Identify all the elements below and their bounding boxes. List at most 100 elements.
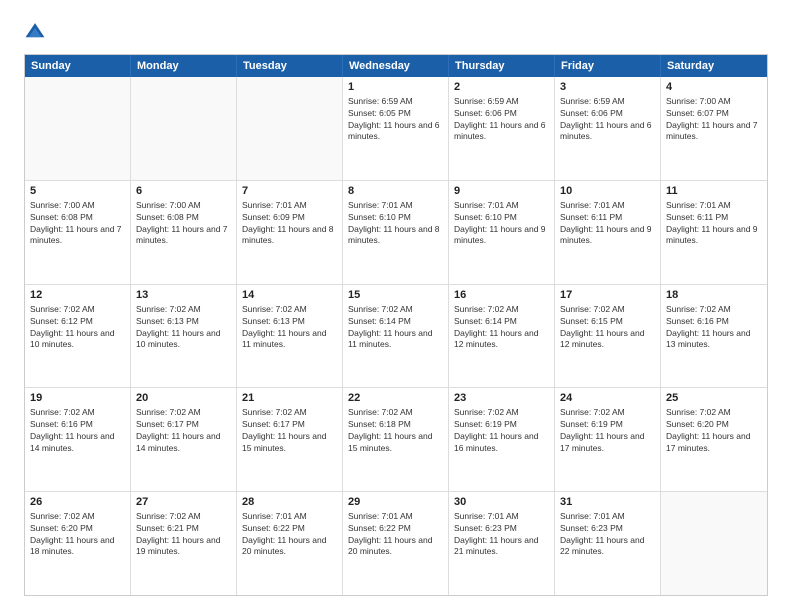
day-number: 22 xyxy=(348,392,443,404)
calendar-cell-empty xyxy=(661,492,767,595)
sunrise-text: Sunrise: 7:02 AM xyxy=(560,407,655,418)
sunrise-text: Sunrise: 7:00 AM xyxy=(666,96,762,107)
calendar-cell-day-28: 28Sunrise: 7:01 AMSunset: 6:22 PMDayligh… xyxy=(237,492,343,595)
sunset-text: Sunset: 6:08 PM xyxy=(30,212,125,223)
logo-icon xyxy=(24,20,46,42)
daylight-text: Daylight: 11 hours and 13 minutes. xyxy=(666,328,762,350)
calendar-body: 1Sunrise: 6:59 AMSunset: 6:05 PMDaylight… xyxy=(25,77,767,595)
weekday-header-sunday: Sunday xyxy=(25,55,131,77)
sunset-text: Sunset: 6:09 PM xyxy=(242,212,337,223)
daylight-text: Daylight: 11 hours and 8 minutes. xyxy=(242,224,337,246)
sunset-text: Sunset: 6:10 PM xyxy=(454,212,549,223)
daylight-text: Daylight: 11 hours and 11 minutes. xyxy=(348,328,443,350)
day-number: 24 xyxy=(560,392,655,404)
calendar-cell-day-19: 19Sunrise: 7:02 AMSunset: 6:16 PMDayligh… xyxy=(25,388,131,491)
day-number: 1 xyxy=(348,81,443,93)
weekday-header-friday: Friday xyxy=(555,55,661,77)
weekday-header-monday: Monday xyxy=(131,55,237,77)
calendar-cell-empty xyxy=(25,77,131,180)
page: SundayMondayTuesdayWednesdayThursdayFrid… xyxy=(0,0,792,612)
calendar-cell-day-21: 21Sunrise: 7:02 AMSunset: 6:17 PMDayligh… xyxy=(237,388,343,491)
day-number: 8 xyxy=(348,185,443,197)
day-number: 23 xyxy=(454,392,549,404)
sunrise-text: Sunrise: 7:02 AM xyxy=(666,407,762,418)
sunset-text: Sunset: 6:11 PM xyxy=(666,212,762,223)
day-number: 13 xyxy=(136,289,231,301)
sunset-text: Sunset: 6:14 PM xyxy=(348,316,443,327)
sunrise-text: Sunrise: 7:02 AM xyxy=(30,304,125,315)
calendar-cell-day-7: 7 Sunrise: 7:01 AMSunset: 6:09 PMDaylight… xyxy=(237,181,343,284)
sunrise-text: Sunrise: 7:02 AM xyxy=(454,304,549,315)
sunrise-text: Sunrise: 7:02 AM xyxy=(242,304,337,315)
sunrise-text: Sunrise: 7:00 AM xyxy=(136,200,231,211)
sunset-text: Sunset: 6:21 PM xyxy=(136,523,231,534)
sunset-text: Sunset: 6:13 PM xyxy=(136,316,231,327)
calendar-row-1: 5 Sunrise: 7:00 AM Sunset: 6:08 PM Daylight… xyxy=(25,181,767,285)
day-number: 6 xyxy=(136,185,231,197)
day-number: 29 xyxy=(348,496,443,508)
calendar-cell-day-3: 3Sunrise: 6:59 AMSunset: 6:06 PMDaylight… xyxy=(555,77,661,180)
day-number: 21 xyxy=(242,392,337,404)
daylight-text: Daylight: 11 hours and 15 minutes. xyxy=(242,431,337,453)
sunset-text: Sunset: 6:10 PM xyxy=(348,212,443,223)
day-number: 15 xyxy=(348,289,443,301)
sunset-text: Sunset: 6:11 PM xyxy=(560,212,655,223)
weekday-header-wednesday: Wednesday xyxy=(343,55,449,77)
sunset-text: Sunset: 6:06 PM xyxy=(560,108,655,119)
weekday-header-thursday: Thursday xyxy=(449,55,555,77)
daylight-text: Daylight: 11 hours and 18 minutes. xyxy=(30,535,125,557)
sunrise-text: Sunrise: 7:02 AM xyxy=(136,407,231,418)
day-number: 3 xyxy=(560,81,655,93)
sunset-text: Sunset: 6:19 PM xyxy=(560,419,655,430)
sunset-text: Sunset: 6:22 PM xyxy=(242,523,337,534)
calendar-cell-day-23: 23Sunrise: 7:02 AMSunset: 6:19 PMDayligh… xyxy=(449,388,555,491)
day-number: 26 xyxy=(30,496,125,508)
day-number: 31 xyxy=(560,496,655,508)
daylight-text: Daylight: 11 hours and 6 minutes. xyxy=(560,120,655,142)
sunset-text: Sunset: 6:23 PM xyxy=(560,523,655,534)
day-number: 25 xyxy=(666,392,762,404)
daylight-text: Daylight: 11 hours and 12 minutes. xyxy=(560,328,655,350)
calendar-cell-day-9: 9Sunrise: 7:01 AMSunset: 6:10 PMDaylight… xyxy=(449,181,555,284)
daylight-text: Daylight: 11 hours and 14 minutes. xyxy=(30,431,125,453)
daylight-text: Daylight: 11 hours and 9 minutes. xyxy=(560,224,655,246)
sunrise-text: Sunrise: 7:01 AM xyxy=(666,200,762,211)
day-number: 30 xyxy=(454,496,549,508)
day-number: 27 xyxy=(136,496,231,508)
sunset-text: Sunset: 6:17 PM xyxy=(242,419,337,430)
daylight-text: Daylight: 11 hours and 16 minutes. xyxy=(454,431,549,453)
calendar-row-0: 1Sunrise: 6:59 AMSunset: 6:05 PMDaylight… xyxy=(25,77,767,181)
logo xyxy=(24,20,50,42)
sunrise-text: Sunrise: 7:02 AM xyxy=(348,304,443,315)
calendar-header: SundayMondayTuesdayWednesdayThursdayFrid… xyxy=(25,55,767,77)
daylight-text: Daylight: 11 hours and 12 minutes. xyxy=(454,328,549,350)
calendar-row-4: 26Sunrise: 7:02 AMSunset: 6:20 PMDayligh… xyxy=(25,492,767,595)
sunrise-text: Sunrise: 7:02 AM xyxy=(454,407,549,418)
daylight-text: Daylight: 11 hours and 8 minutes. xyxy=(348,224,443,246)
daylight-text: Daylight: 11 hours and 21 minutes. xyxy=(454,535,549,557)
header xyxy=(24,20,768,42)
calendar-cell-day-15: 15 Sunrise: 7:02 AMSunset: 6:14 PMDayligh… xyxy=(343,285,449,388)
day-number: 5 xyxy=(30,185,125,197)
daylight-text: Daylight: 11 hours and 17 minutes. xyxy=(666,431,762,453)
sunrise-text: Sunrise: 7:02 AM xyxy=(560,304,655,315)
sunrise-text: Sunrise: 7:02 AM xyxy=(348,407,443,418)
sunrise-text: Sunrise: 7:02 AM xyxy=(136,304,231,315)
daylight-text: Daylight: 11 hours and 6 minutes. xyxy=(348,120,443,142)
day-number: 7 xyxy=(242,185,337,197)
calendar-cell-day-18: 18Sunrise: 7:02 AMSunset: 6:16 PMDayligh… xyxy=(661,285,767,388)
daylight-text: Daylight: 11 hours and 7 minutes. xyxy=(136,224,231,246)
calendar-cell-day-14: 14Sunrise: 7:02 AMSunset: 6:13 PMDayligh… xyxy=(237,285,343,388)
sunset-text: Sunset: 6:16 PM xyxy=(666,316,762,327)
sunrise-text: Sunrise: 7:01 AM xyxy=(242,511,337,522)
calendar-cell-day-24: 24Sunrise: 7:02 AMSunset: 6:19 PMDayligh… xyxy=(555,388,661,491)
calendar-cell-day-8: 8 Sunrise: 7:01 AMSunset: 6:10 PMDaylight… xyxy=(343,181,449,284)
daylight-text: Daylight: 11 hours and 9 minutes. xyxy=(666,224,762,246)
sunrise-text: Sunrise: 7:01 AM xyxy=(348,200,443,211)
daylight-text: Daylight: 11 hours and 20 minutes. xyxy=(348,535,443,557)
calendar-cell-day-26: 26Sunrise: 7:02 AMSunset: 6:20 PMDayligh… xyxy=(25,492,131,595)
daylight-text: Daylight: 11 hours and 6 minutes. xyxy=(454,120,549,142)
calendar-cell-day-22: 22Sunrise: 7:02 AMSunset: 6:18 PMDayligh… xyxy=(343,388,449,491)
calendar-cell-day-4: 4Sunrise: 7:00 AMSunset: 6:07 PMDaylight… xyxy=(661,77,767,180)
sunrise-text: Sunrise: 7:01 AM xyxy=(242,200,337,211)
